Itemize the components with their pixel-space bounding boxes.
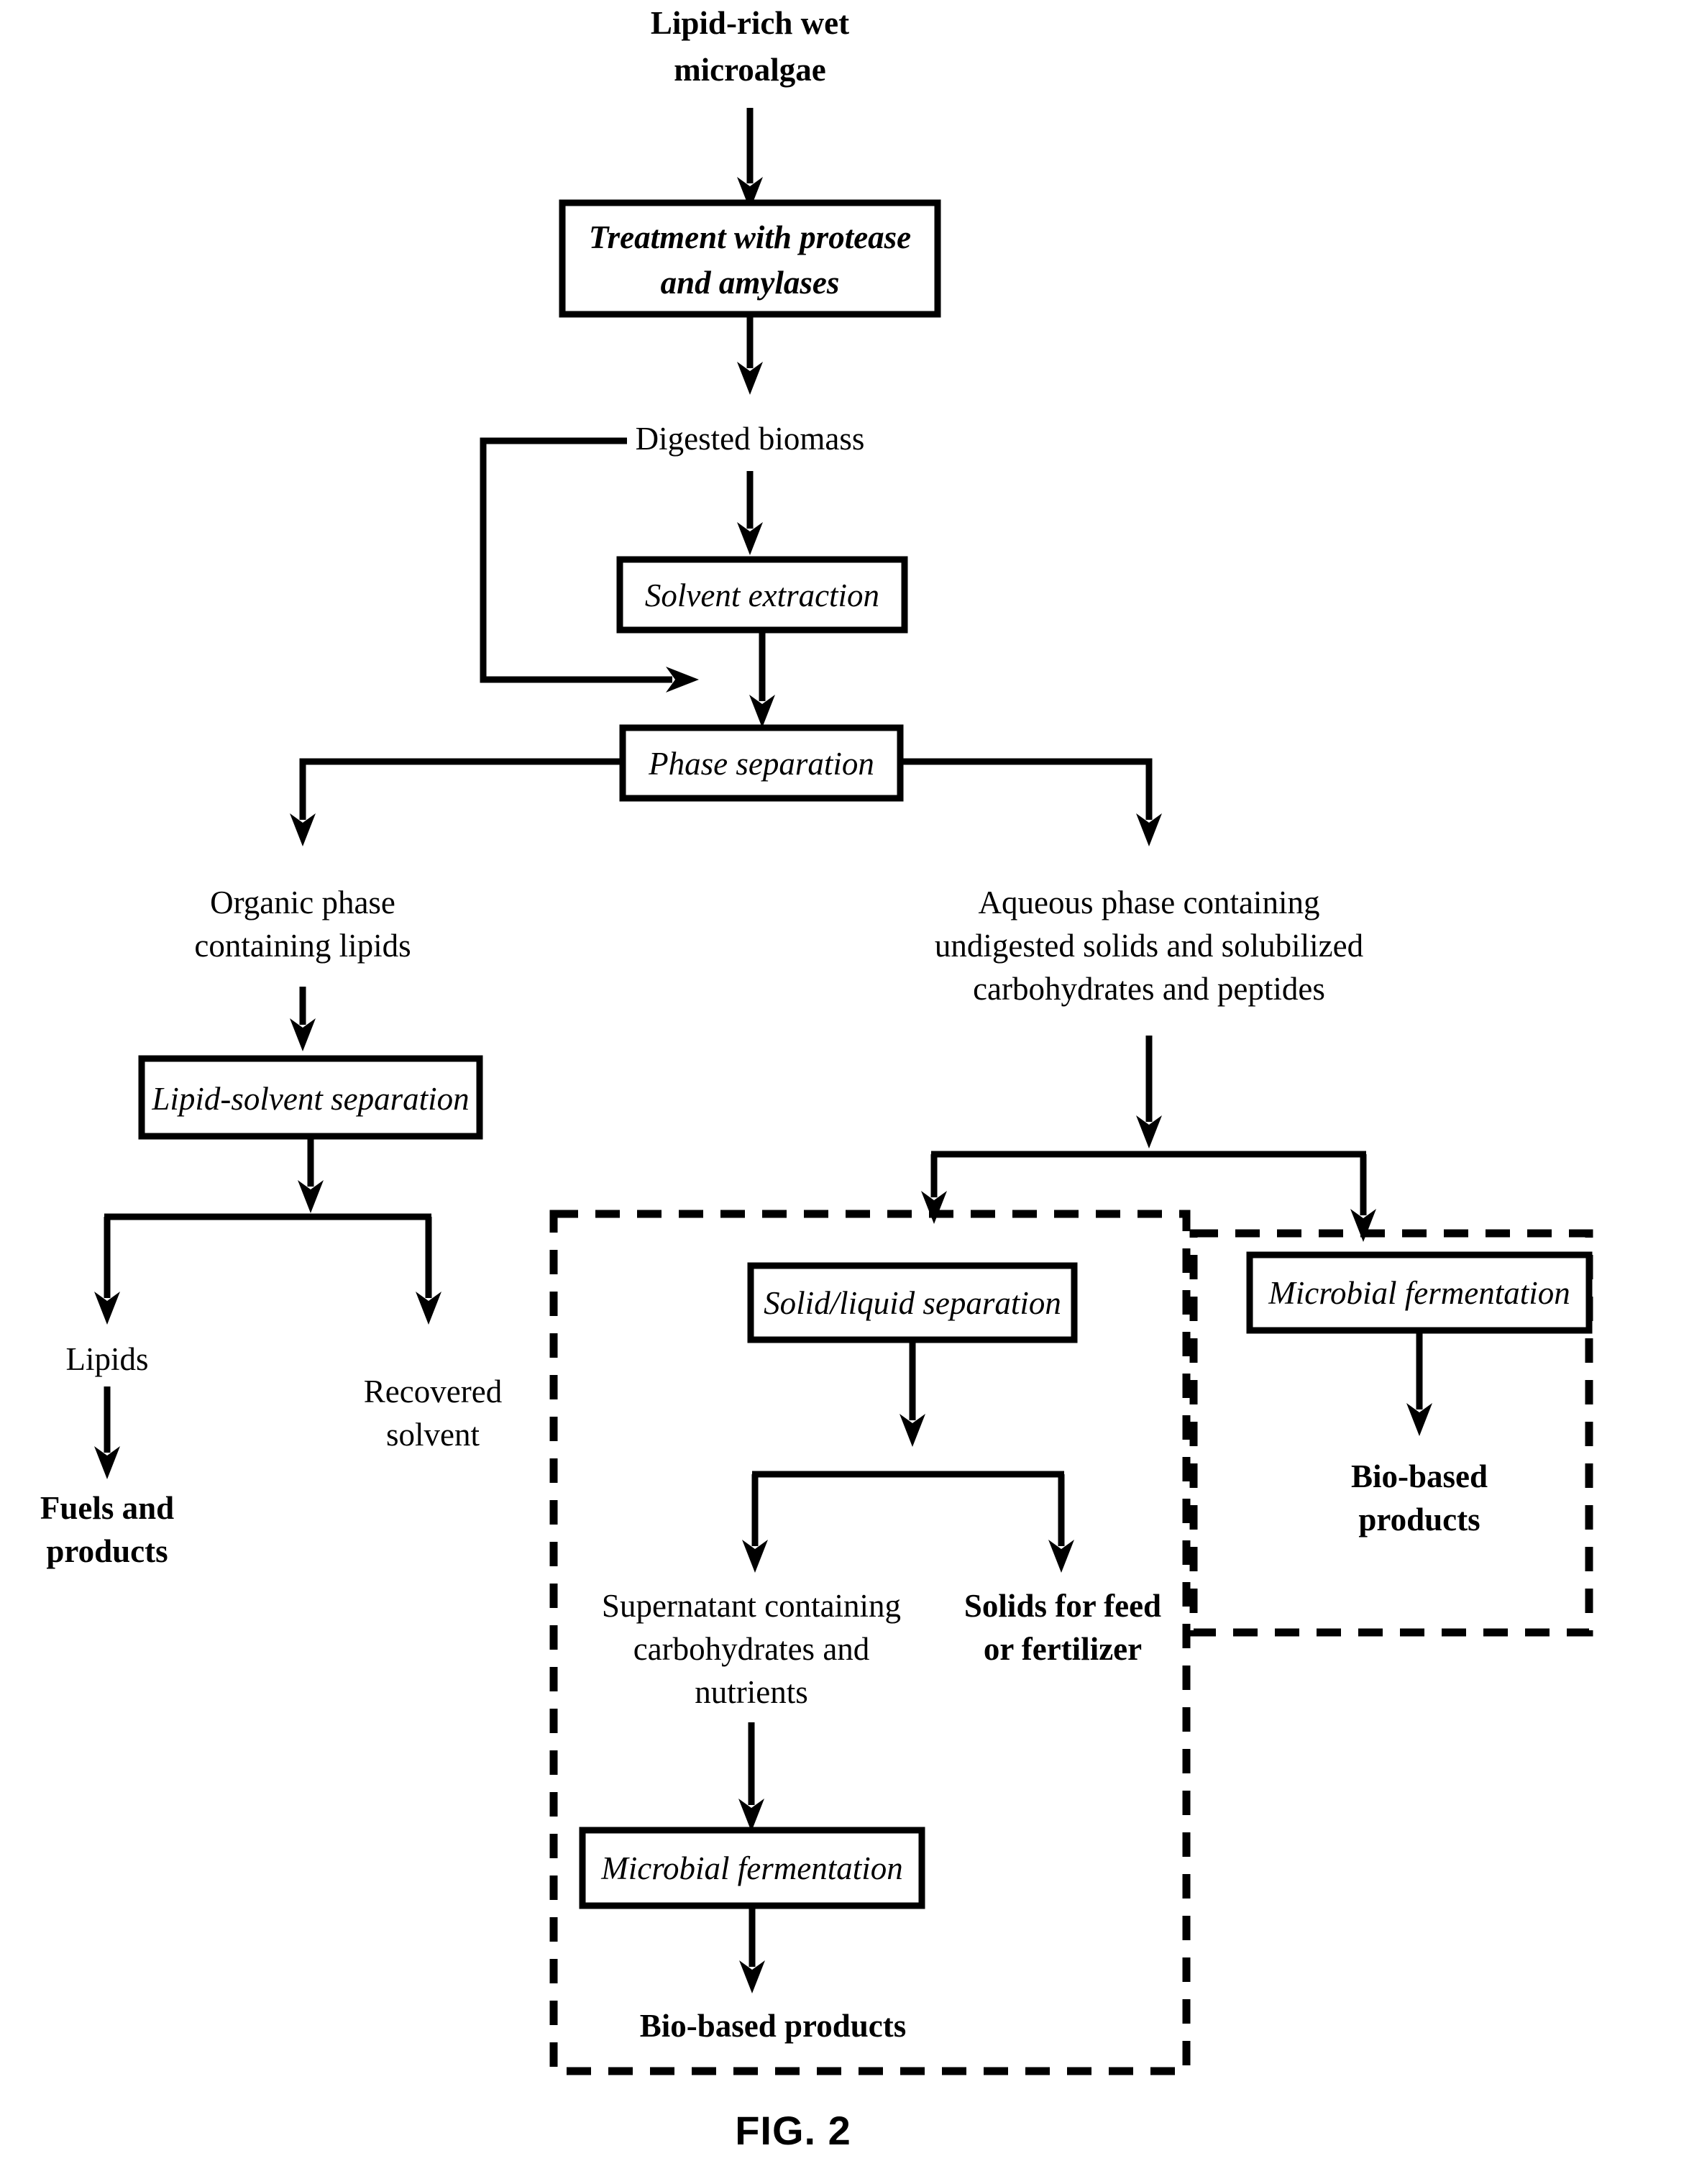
arrow-fermentation-to-products-center: [739, 1906, 765, 1993]
solid-liquid-separation-box: Solid/liquid separation: [747, 1262, 1078, 1343]
microbial-fermentation-right-box: Microbial fermentation: [1246, 1251, 1593, 1334]
fuels-and-products-line1: Fuels and: [40, 1490, 174, 1526]
lipid-solvent-separation-box: Lipid-solvent separation: [138, 1055, 483, 1140]
solids-for-feed-label: Solids for feed or fertilizer: [964, 1588, 1161, 1667]
arrow-organic-to-lipidsolvent: [290, 987, 316, 1051]
supernatant-label: Supernatant containing carbohydrates and…: [602, 1588, 901, 1710]
phase-separation-label: Phase separation: [648, 746, 874, 782]
arrow-fermentation-to-products-right: [1406, 1330, 1432, 1436]
microbial-fermentation-center-box: Microbial fermentation: [579, 1827, 925, 1909]
arrow-solvent-to-phase: [749, 630, 775, 728]
organic-phase-line2: containing lipids: [194, 928, 411, 964]
solvent-extraction-label: Solvent extraction: [645, 577, 879, 613]
solid-liquid-split-connector: [742, 1340, 1074, 1573]
flowchart-canvas: Lipid-rich wet microalgae Treatment with…: [40, 5, 1593, 2153]
bio-based-products-right-line1: Bio-based: [1351, 1458, 1488, 1494]
treatment-box: Treatment with protease and amylases: [559, 199, 941, 318]
supernatant-line1: Supernatant containing: [602, 1588, 901, 1624]
figure-container: Lipid-rich wet microalgae Treatment with…: [0, 0, 1689, 2184]
microbial-fermentation-right-label: Microbial fermentation: [1268, 1275, 1570, 1311]
bio-based-products-right-label: Bio-based products: [1351, 1458, 1488, 1538]
microbial-fermentation-center-label: Microbial fermentation: [600, 1850, 903, 1886]
input-label-line2: microalgae: [674, 52, 826, 88]
fuels-and-products-line2: products: [46, 1533, 168, 1569]
recovered-solvent-label: Recovered solvent: [364, 1374, 502, 1453]
arrow-digested-to-solvent: [737, 471, 763, 555]
aqueous-phase-label: Aqueous phase containing undigested soli…: [935, 885, 1363, 1007]
lipids-label: Lipids: [65, 1341, 148, 1377]
lipid-solvent-split-connector: [94, 1136, 441, 1325]
recovered-solvent-line2: solvent: [386, 1417, 480, 1453]
treatment-box-line1: Treatment with protease: [589, 219, 911, 255]
solid-liquid-separation-label: Solid/liquid separation: [764, 1285, 1061, 1321]
bio-based-products-center-label: Bio-based products: [640, 2008, 907, 2044]
solvent-extraction-box: Solvent extraction: [616, 556, 908, 634]
aqueous-phase-line1: Aqueous phase containing: [979, 885, 1320, 920]
input-label: Lipid-rich wet microalgae: [651, 5, 849, 88]
input-label-line1: Lipid-rich wet: [651, 5, 849, 41]
supernatant-line2: carbohydrates and: [633, 1631, 870, 1667]
organic-phase-label: Organic phase containing lipids: [194, 885, 411, 964]
solids-for-feed-line1: Solids for feed: [964, 1588, 1161, 1624]
organic-phase-line1: Organic phase: [210, 885, 395, 920]
digested-biomass-label: Digested biomass: [636, 421, 865, 457]
recovered-solvent-line1: Recovered: [364, 1374, 502, 1409]
lipid-solvent-separation-label: Lipid-solvent separation: [151, 1081, 469, 1117]
arrow-treatment-to-digested: [737, 314, 763, 395]
phase-split-connector-left: [290, 758, 623, 846]
fuels-and-products-label: Fuels and products: [40, 1490, 174, 1569]
arrow-lipids-to-fuels: [94, 1386, 120, 1479]
arrow-supernatant-to-fermentation: [738, 1722, 764, 1832]
figure-caption: FIG. 2: [735, 2108, 851, 2153]
phase-split-connector-right: [900, 758, 1162, 846]
bio-based-products-right-line2: products: [1358, 1502, 1480, 1538]
supernatant-line3: nutrients: [695, 1674, 807, 1710]
arrow-input-to-treatment: [737, 108, 763, 210]
treatment-box-line2: and amylases: [661, 265, 840, 301]
phase-separation-box: Phase separation: [619, 724, 904, 802]
aqueous-phase-line3: carbohydrates and peptides: [973, 971, 1325, 1007]
aqueous-phase-line2: undigested solids and solubilized: [935, 928, 1363, 964]
solids-for-feed-line2: or fertilizer: [984, 1631, 1142, 1667]
